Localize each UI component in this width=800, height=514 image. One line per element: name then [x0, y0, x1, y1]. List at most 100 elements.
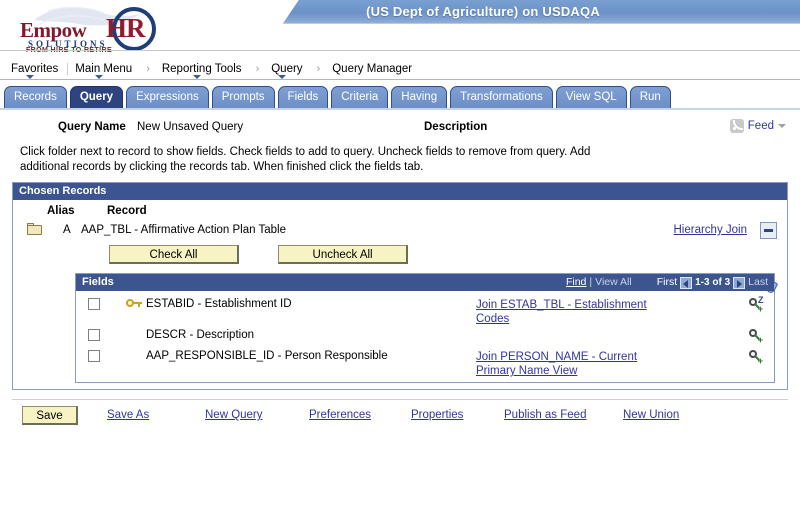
breadcrumb-item-favorites[interactable]: Favorites [4, 62, 67, 79]
fields-grid-nav: Find | View All First 1-3 of 3 Last [566, 274, 768, 291]
tab-criteria[interactable]: Criteria [331, 86, 389, 108]
tab-records[interactable]: Records [4, 86, 67, 108]
tab-bar: Records Query Expressions Prompts Fields Crit… [0, 80, 800, 110]
save-button[interactable]: Save [22, 406, 78, 425]
tab-query[interactable]: Query [69, 86, 124, 108]
uncheck-all-button[interactable]: Uncheck All [278, 245, 409, 264]
tab-prompts[interactable]: Prompts [211, 86, 275, 108]
publish-as-feed-link[interactable]: Publish as Feed [504, 409, 586, 421]
table-row: ESTABID - Establishment ID Join ESTAB_TB… [76, 295, 774, 326]
field-checkbox[interactable] [88, 329, 100, 341]
key-icon [126, 299, 142, 308]
breadcrumb-item-query[interactable]: Query [264, 62, 311, 79]
tab-having[interactable]: Having [391, 86, 448, 108]
tab-label: Fields [287, 91, 319, 103]
bottom-divider [12, 399, 788, 400]
first-link[interactable]: First [657, 274, 677, 291]
field-name: ESTABID - Establishment ID [146, 298, 292, 310]
magnifier-plus-part: + [757, 356, 763, 366]
field-checkbox[interactable] [88, 298, 100, 310]
tab-label: Criteria [341, 91, 379, 103]
breadcrumb-separator-icon: › [316, 62, 321, 75]
chevron-down-icon[interactable] [778, 124, 786, 128]
banner-underline [0, 50, 800, 51]
breadcrumb-separator-icon: › [255, 62, 260, 75]
nav-separator: | [589, 276, 593, 288]
next-arrow-icon[interactable] [733, 276, 746, 289]
query-name-value: New Unsaved Query [137, 121, 244, 133]
minus-icon[interactable] [760, 222, 777, 239]
magnifier-add-icon[interactable]: + [748, 329, 763, 345]
check-buttons-row: Check All Uncheck All [109, 245, 781, 269]
magnifier-add-icon[interactable]: + [748, 350, 763, 366]
find-link[interactable]: Find [566, 274, 586, 291]
tab-label: Records [14, 91, 57, 103]
breadcrumb-label: Favorites [11, 62, 59, 75]
folder-body-part [27, 225, 42, 235]
save-as-link[interactable]: Save As [107, 409, 149, 421]
field-name: AAP_RESPONSIBLE_ID - Person Responsible [146, 350, 388, 362]
tab-label: Prompts [221, 91, 265, 103]
join-link[interactable]: Join PERSON_NAME - Current Primary Name … [476, 350, 651, 378]
preferences-link[interactable]: Preferences [309, 409, 371, 421]
feed-link[interactable]: Feed [748, 120, 774, 132]
breadcrumb-label: Query Manager [332, 62, 413, 75]
query-name-label: Query Name [58, 121, 126, 133]
column-header-alias: Alias [47, 205, 75, 217]
join-link[interactable]: Join ESTAB_TBL - Establishment Codes [476, 298, 651, 326]
magnifier-plus-part: + [757, 304, 763, 314]
tab-label: Query [79, 91, 114, 103]
breadcrumb-item-reporting-tools[interactable]: Reporting Tools [155, 62, 251, 79]
empowhr-logo[interactable]: Empow HR SOLUTIONS FROM HIRE TO RETIRE [8, 2, 188, 54]
new-union-link[interactable]: New Union [623, 409, 679, 421]
key-tooth-part [138, 304, 140, 307]
properties-link[interactable]: Properties [411, 409, 463, 421]
logo-word-hr: HR [106, 13, 145, 43]
new-query-link[interactable]: New Query [205, 409, 263, 421]
chevron-down-icon [277, 74, 286, 79]
tab-run[interactable]: Run [629, 86, 671, 108]
breadcrumb-label: Reporting Tools [161, 62, 242, 75]
field-checkbox[interactable] [88, 350, 100, 362]
check-all-button[interactable]: Check All [109, 245, 239, 264]
breadcrumb-label: Query [271, 62, 303, 75]
chosen-records-column-headers: Alias Record [19, 205, 781, 221]
tab-expressions[interactable]: Expressions [126, 86, 209, 108]
view-all-link[interactable]: View All [595, 274, 632, 291]
table-row: AAP_RESPONSIBLE_ID - Person Responsible … [76, 347, 774, 378]
last-link[interactable]: Last [748, 274, 768, 291]
tab-label: Transformations [460, 91, 543, 103]
fields-grid-title: Fields [82, 276, 114, 288]
table-row: A AAP_TBL - Affirmative Action Plan Tabl… [19, 221, 781, 241]
bottom-actions-row: Save Save As New Query Preferences Prope… [6, 406, 794, 432]
banner-title: (US Dept of Agriculture) on USDAQA [366, 4, 600, 19]
banner-title-bar: (US Dept of Agriculture) on USDAQA [222, 0, 800, 24]
fields-grid-body: ESTABID - Establishment ID Join ESTAB_TB… [76, 291, 774, 382]
breadcrumb-label: Main Menu [75, 62, 133, 75]
tab-transformations[interactable]: Transformations [450, 86, 553, 108]
main-content: Query Name New Unsaved Query Description… [0, 119, 800, 432]
hierarchy-join-link[interactable]: Hierarchy Join [674, 224, 748, 236]
instructions-text: Click folder next to record to show fiel… [20, 146, 591, 173]
query-header-row: Query Name New Unsaved Query Description… [6, 119, 794, 141]
description-label: Description [424, 121, 488, 133]
breadcrumb-item-main-menu[interactable]: Main Menu [67, 62, 141, 79]
magnifier-add-icon[interactable]: + [748, 298, 763, 314]
tab-label: View SQL [565, 91, 617, 103]
folder-open-icon[interactable] [27, 223, 43, 236]
tab-view-sql[interactable]: View SQL [555, 86, 627, 108]
chevron-down-icon [94, 74, 103, 79]
breadcrumb-separator-icon: › [146, 62, 150, 75]
breadcrumb-item-query-manager[interactable]: Query Manager [325, 63, 421, 75]
app-banner: (US Dept of Agriculture) on USDAQA Empow… [0, 0, 800, 58]
breadcrumb: Favorites Main Menu › Reporting Tools › … [0, 58, 800, 80]
feed-control[interactable]: Feed [729, 119, 786, 133]
record-alias: A [63, 224, 71, 236]
chosen-records-body: Alias Record A AAP_TBL - Affirmative Act… [13, 200, 787, 389]
record-name: AAP_TBL - Affirmative Action Plan Table [81, 224, 286, 236]
tab-label: Expressions [136, 91, 199, 103]
prev-arrow-icon[interactable] [680, 276, 693, 289]
table-row: DESCR - Description + [76, 326, 774, 347]
tab-fields[interactable]: Fields [277, 86, 329, 108]
field-name: DESCR - Description [146, 329, 254, 341]
